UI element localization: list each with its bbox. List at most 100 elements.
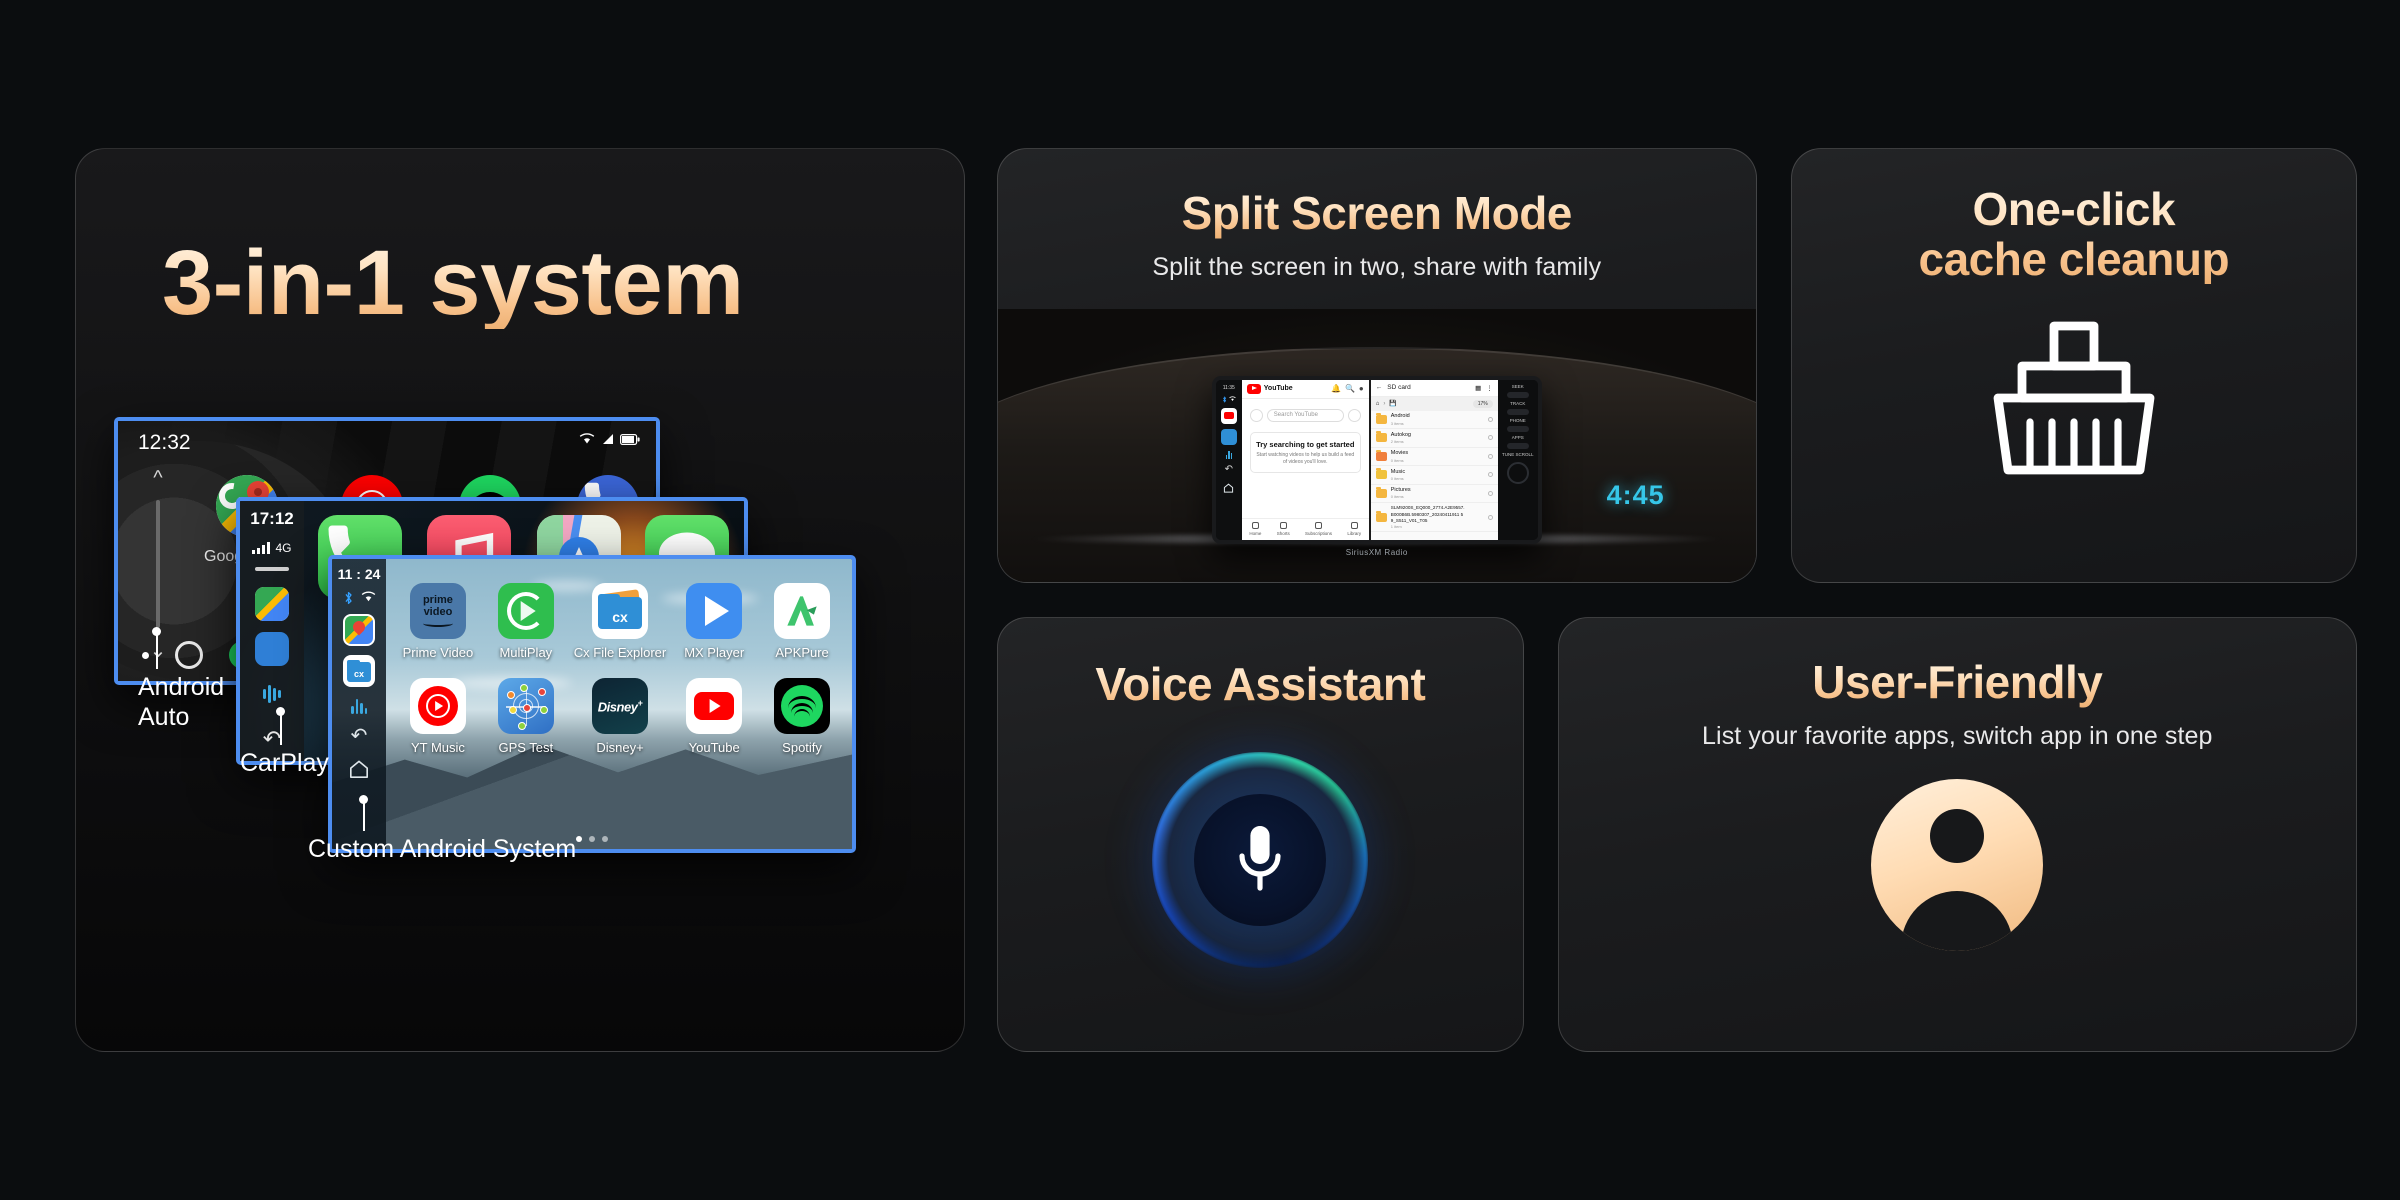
page-dot[interactable] [602,836,608,842]
youtube-search-row[interactable]: Search YouTube [1249,408,1361,422]
android-auto-clock: 12:32 [138,431,191,454]
file-manager-pane[interactable]: ← SD card ▦ ⋮ ⌂ › 💾 17% Android 3 items … [1368,379,1498,540]
youtube-logo: YouTube [1246,383,1293,394]
custom-android-app[interactable]: Disney+ Disney+ [574,678,666,755]
youtube-tabbar[interactable]: Home Shorts Subscriptions Library [1241,518,1369,540]
back-icon[interactable]: ↶ [1225,464,1233,475]
head-unit-screen[interactable]: 11:35 ↶ YouTube 🔔 🔍 ● Search YouTube Try… [1211,375,1542,544]
row-select[interactable] [1487,490,1493,496]
audio-wave-icon[interactable] [1225,450,1233,459]
track-button[interactable] [1506,408,1529,415]
tab-shorts[interactable]: Shorts [1277,522,1290,536]
youtube-pane[interactable]: YouTube 🔔 🔍 ● Search YouTube Try searchi… [1241,379,1369,540]
page-root: 3-in-1 system 12:32 ^ ⌄ Google 17:12 4G … [0,0,2400,1200]
page-dot[interactable] [589,836,595,842]
callout-android-auto: Android Auto [138,673,225,731]
tab-subscriptions[interactable]: Subscriptions [1305,522,1332,536]
custom-android-screen[interactable]: 11 : 24 cx ↶ prime video Prime Video Mul… [328,555,856,853]
row-select[interactable] [1487,435,1493,441]
search-input[interactable]: Search YouTube [1266,408,1344,422]
chevron-up-icon[interactable]: ^ [153,467,162,490]
dock-dot [142,651,149,659]
user-friendly-title: User-Friendly [1583,657,2332,708]
user-friendly-card: User-Friendly List your favorite apps, s… [1557,617,2357,1052]
mic-icon[interactable] [1347,408,1361,422]
cx-file-explorer-icon: cx [592,583,648,639]
file-manager-title: SD card [1387,384,1411,392]
custom-android-app[interactable]: prime video Prime Video [398,583,478,660]
maps-icon[interactable] [255,587,289,621]
back-icon[interactable]: ↶ [351,723,368,748]
back-icon[interactable]: ← [1376,384,1383,391]
three-in-one-card: 3-in-1 system 12:32 ^ ⌄ Google 17:12 4G … [75,148,965,1052]
file-row[interactable]: Pictures 0 items [1370,485,1498,503]
assistant-icon[interactable] [175,641,203,669]
seek-button[interactable] [1506,391,1529,398]
custom-android-app[interactable]: cx Cx File Explorer [574,583,666,660]
bluetooth-icon [344,591,352,605]
home-icon[interactable] [348,759,370,784]
grid-view-icon[interactable]: ▦ [1475,384,1481,392]
audio-wave-icon[interactable] [351,696,367,714]
youtube-topbar: YouTube 🔔 🔍 ● [1241,380,1369,399]
voice-assistant-card: Voice Assistant [997,617,1524,1052]
folder-icon [1375,431,1387,443]
compose-icon[interactable] [1249,408,1263,422]
file-row[interactable]: Music 0 items [1370,466,1498,485]
page-dot[interactable] [576,836,582,842]
custom-android-app[interactable]: GPS Test [486,678,566,755]
features-row-top: Split Screen Mode Split the screen in tw… [997,148,2357,583]
user-avatar-icon [1871,778,2044,951]
custom-android-sidebar: 11 : 24 cx ↶ [332,559,386,849]
overflow-menu-icon[interactable]: ⋮ [1486,384,1493,392]
row-select[interactable] [1487,417,1493,423]
custom-android-app[interactable]: YT Music [398,678,478,755]
empty-state-body: Start watching videos to help us build a… [1256,452,1355,465]
custom-android-app-grid: prime video Prime Video MultiPlay cx Cx … [398,583,842,755]
phone-button[interactable] [1506,425,1529,432]
cache-cleanup-header: One-click cache cleanup [1792,149,2356,284]
youtube-icon[interactable] [1220,407,1237,424]
file-row[interactable]: Movies 0 items [1370,448,1498,467]
row-select[interactable] [1487,514,1493,520]
file-row[interactable]: SLM9200S_EQ000_2774.A2E9557.B000B6B.5980… [1370,503,1498,533]
voice-orb[interactable] [1110,710,1411,1011]
split-screen-subtitle: Split the screen in two, share with fami… [1152,252,1602,281]
scrollbar[interactable] [156,500,160,628]
home-icon[interactable] [1223,480,1234,498]
custom-android-app[interactable]: APKPure [762,583,842,660]
avatar-body [1901,890,2014,951]
page-title: 3-in-1 system [162,232,744,334]
storage-icon: 💾 [1389,401,1397,408]
custom-android-app[interactable]: YouTube [674,678,754,755]
tab-home[interactable]: Home [1249,522,1261,536]
file-list[interactable]: Android 3 items Autokog 2 items Movies 0… [1370,411,1498,540]
cx-file-explorer-icon[interactable] [1220,428,1237,445]
file-row[interactable]: Autokog 2 items [1370,429,1498,448]
camera-icon[interactable] [255,632,289,666]
search-icon[interactable]: 🔍 [1345,384,1355,393]
row-select[interactable] [1487,472,1493,478]
wifi-icon [579,433,595,444]
tab-library[interactable]: Library [1347,522,1361,536]
custom-android-app[interactable]: MX Player [674,583,754,660]
callout-line [280,713,282,745]
file-row[interactable]: Android 3 items [1370,411,1498,430]
user-friendly-subtitle: List your favorite apps, switch app in o… [1702,721,2213,750]
custom-android-app[interactable]: MultiPlay [486,583,566,660]
google-maps-icon[interactable] [343,614,375,646]
home-icon[interactable]: ⌂ [1376,401,1380,407]
file-manager-breadcrumb[interactable]: ⌂ › 💾 17% [1370,396,1498,411]
bell-icon[interactable]: 🔔 [1331,384,1341,393]
apps-button[interactable] [1506,442,1529,449]
app-label: YT Music [410,740,465,755]
audio-wave-icon[interactable] [255,677,289,711]
microphone-icon[interactable] [1232,822,1288,898]
carplay-signal: 4G [252,541,292,555]
tune-knob[interactable] [1506,461,1529,484]
avatar[interactable]: ● [1359,384,1364,393]
avatar-head [1930,808,1985,863]
row-select[interactable] [1487,453,1493,459]
cx-file-explorer-icon[interactable]: cx [343,655,375,687]
custom-android-app[interactable]: Spotify [762,678,842,755]
